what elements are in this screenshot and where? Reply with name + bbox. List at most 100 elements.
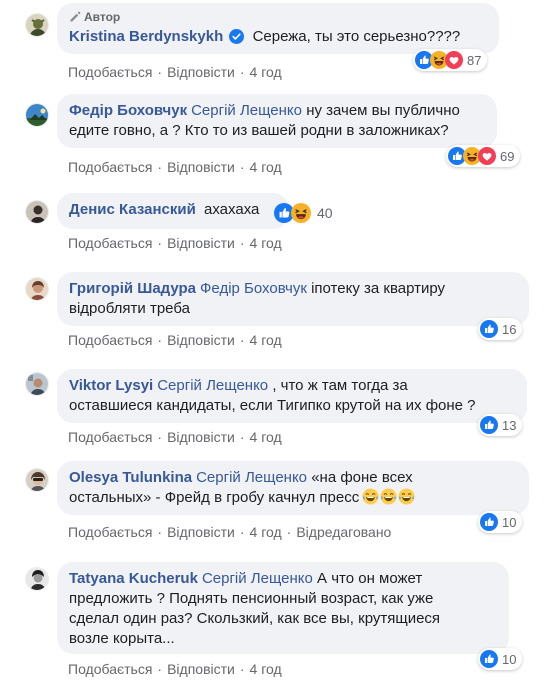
separator: · — [239, 235, 245, 251]
separator: · — [157, 524, 163, 540]
comment-text-line-2: предложить ? Поднять пенсионный возраст,… — [69, 590, 434, 607]
separator: · — [239, 661, 245, 677]
love-reaction-icon — [478, 147, 496, 165]
separator: · — [239, 64, 245, 80]
comment-text-line-2: відробляти треба — [69, 300, 190, 317]
comment-text-line-1: ну зачем вы публично — [306, 102, 460, 119]
comment-timestamp[interactable]: 4 год — [250, 429, 282, 445]
like-button[interactable]: Подобається — [68, 159, 152, 175]
avatar[interactable] — [25, 468, 49, 492]
separator: · — [157, 159, 163, 175]
tears-of-joy-emoji-icon — [398, 488, 415, 505]
comment-timestamp[interactable]: 4 год — [250, 159, 282, 175]
comment-timestamp[interactable]: 4 год — [250, 64, 282, 80]
comment-mention[interactable]: Сергій Лещенко — [191, 102, 302, 119]
edited-indicator[interactable]: Відредаговано — [296, 524, 391, 540]
reaction-count: 10 — [502, 651, 517, 667]
love-reaction-icon — [445, 51, 463, 69]
comment-text-line-1: , что ж там тогда за — [272, 377, 408, 394]
reply-button[interactable]: Відповісти — [167, 332, 235, 348]
comment-text-line-3: сделал один раз? Скользкий, как все вы, … — [69, 610, 441, 627]
comment-text: ахахаха — [204, 201, 260, 218]
author-badge: Автор — [69, 10, 487, 24]
reaction-count: 10 — [502, 514, 517, 530]
comment-timestamp[interactable]: 4 год — [250, 661, 282, 677]
comment-author[interactable]: Tatyana Kucheruk — [69, 570, 198, 587]
comment-bubble: Григорій Шадура Федір Боховчук іпотеку за… — [57, 272, 529, 326]
tears-of-joy-emoji-icon — [380, 488, 397, 505]
separator: · — [239, 429, 245, 445]
avatar[interactable] — [25, 567, 49, 591]
comment-actions: Подобається · Відповісти · 4 год — [68, 159, 282, 175]
reactions-summary[interactable]: 16 — [478, 318, 523, 340]
reaction-count: 40 — [317, 205, 333, 221]
comment-author[interactable]: Viktor Lysyi — [69, 377, 153, 394]
separator: · — [157, 64, 163, 80]
separator: · — [157, 429, 163, 445]
comment-actions: Подобається · Відповісти · 4 год — [68, 661, 282, 677]
avatar[interactable] — [25, 103, 49, 127]
pencil-icon — [69, 11, 81, 23]
tears-of-joy-emoji-icon — [362, 488, 379, 505]
like-button[interactable]: Подобається — [68, 332, 152, 348]
comment-timestamp[interactable]: 4 год — [250, 524, 282, 540]
reactions-summary[interactable]: 87 — [413, 49, 488, 71]
comment-mention[interactable]: Федір Боховчук — [200, 280, 307, 297]
like-reaction-icon — [480, 650, 498, 668]
reply-button[interactable]: Відповісти — [167, 159, 235, 175]
comment-author[interactable]: Григорій Шадура — [69, 280, 196, 297]
like-button[interactable]: Подобається — [68, 235, 152, 251]
reaction-count: 69 — [500, 148, 515, 164]
comment-bubble: Tatyana Kucheruk Сергій Лещенко А что он … — [57, 562, 509, 654]
reactions-summary[interactable]: 40 — [274, 202, 333, 224]
comment-mention[interactable]: Сергій Лещенко — [196, 469, 307, 486]
comment-text-line-1: «на фоне всех — [311, 469, 413, 486]
comment-bubble: Viktor Lysyi Сергій Лещенко , что ж там т… — [57, 369, 527, 423]
reactions-summary[interactable]: 69 — [446, 145, 521, 167]
reply-button[interactable]: Відповісти — [167, 235, 235, 251]
reactions-summary[interactable]: 13 — [478, 414, 523, 436]
comment-timestamp[interactable]: 4 год — [250, 235, 282, 251]
avatar[interactable] — [25, 13, 49, 37]
like-button[interactable]: Подобається — [68, 429, 152, 445]
comment-text-line-2: остальных» - Фрейд в гробу качнул пресс — [69, 489, 360, 506]
comment-bubble: Денис Казанский ахахаха — [57, 193, 289, 229]
comment-text-line-1: іпотеку за квартиру — [311, 280, 446, 297]
comment-author[interactable]: Kristina Berdynskykh — [69, 28, 223, 45]
comment-actions: Подобається · Відповісти · 4 год — [68, 332, 282, 348]
avatar[interactable] — [25, 277, 49, 301]
like-button[interactable]: Подобається — [68, 524, 152, 540]
reply-button[interactable]: Відповісти — [167, 429, 235, 445]
reply-button[interactable]: Відповісти — [167, 64, 235, 80]
reaction-count: 87 — [467, 52, 482, 68]
haha-reaction-icon — [291, 203, 311, 223]
like-reaction-icon — [480, 320, 498, 338]
comment-mention[interactable]: Сергій Лещенко — [202, 570, 313, 587]
comment-author[interactable]: Федір Боховчук — [69, 102, 187, 119]
comment-mention[interactable]: Сергій Лещенко — [157, 377, 268, 394]
reactions-summary[interactable]: 10 — [478, 648, 523, 670]
comment-actions: Подобається · Відповісти · 4 год — [68, 429, 282, 445]
like-reaction-icon — [480, 416, 498, 434]
separator: · — [286, 524, 292, 540]
comment-text-line-1: А что он может — [317, 570, 423, 587]
separator: · — [239, 332, 245, 348]
like-button[interactable]: Подобається — [68, 661, 152, 677]
separator: · — [157, 661, 163, 677]
comment-text-line-2: едите говно, а ? Кто то из вашей родни в… — [69, 122, 449, 139]
reaction-count: 16 — [502, 321, 517, 337]
comment-author[interactable]: Olesya Tulunkina — [69, 469, 192, 486]
comment-bubble: Автор Kristina Berdynskykh Сережа, ты эт… — [57, 3, 499, 54]
avatar[interactable] — [25, 200, 49, 224]
comment-timestamp[interactable]: 4 год — [250, 332, 282, 348]
reactions-summary[interactable]: 10 — [478, 511, 523, 533]
comment-bubble: Olesya Tulunkina Сергій Лещенко «на фоне … — [57, 461, 529, 515]
comment-author[interactable]: Денис Казанский — [69, 201, 196, 218]
separator: · — [157, 235, 163, 251]
reply-button[interactable]: Відповісти — [167, 524, 235, 540]
reply-button[interactable]: Відповісти — [167, 661, 235, 677]
like-button[interactable]: Подобається — [68, 64, 152, 80]
emoji-group — [362, 488, 415, 505]
avatar[interactable] — [25, 372, 49, 396]
comment-text-line-4: возле корыта... — [69, 630, 175, 647]
